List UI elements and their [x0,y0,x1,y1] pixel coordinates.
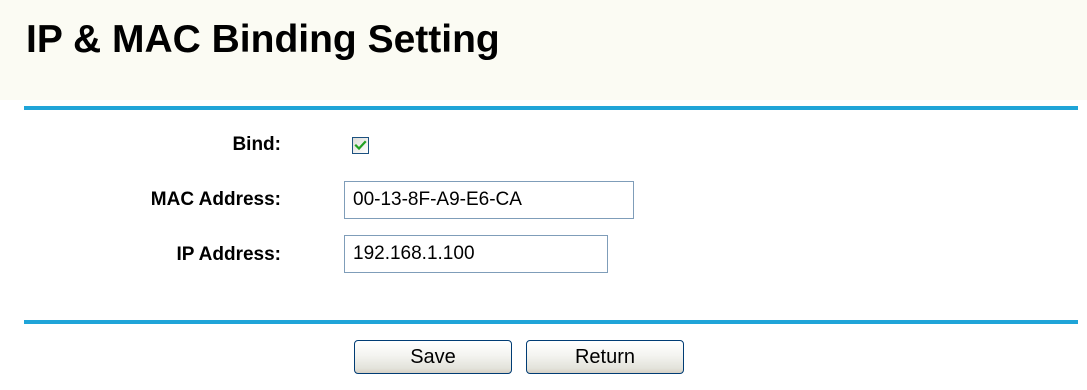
bind-checkbox[interactable] [352,137,369,154]
title-band: IP & MAC Binding Setting [0,0,1087,100]
checkmark-icon [354,140,367,151]
mac-address-label: MAC Address: [150,189,281,210]
page-title: IP & MAC Binding Setting [26,18,500,61]
ip-address-input[interactable] [344,235,608,273]
save-button[interactable]: Save [354,340,512,374]
ip-address-label: IP Address: [176,244,281,265]
mac-address-input[interactable] [344,181,634,219]
bind-label: Bind: [232,134,281,155]
top-divider [24,106,1078,110]
binding-setting-page: IP & MAC Binding Setting Bind: MAC Addre… [0,0,1087,390]
bottom-divider [24,320,1078,324]
return-button[interactable]: Return [526,340,684,374]
